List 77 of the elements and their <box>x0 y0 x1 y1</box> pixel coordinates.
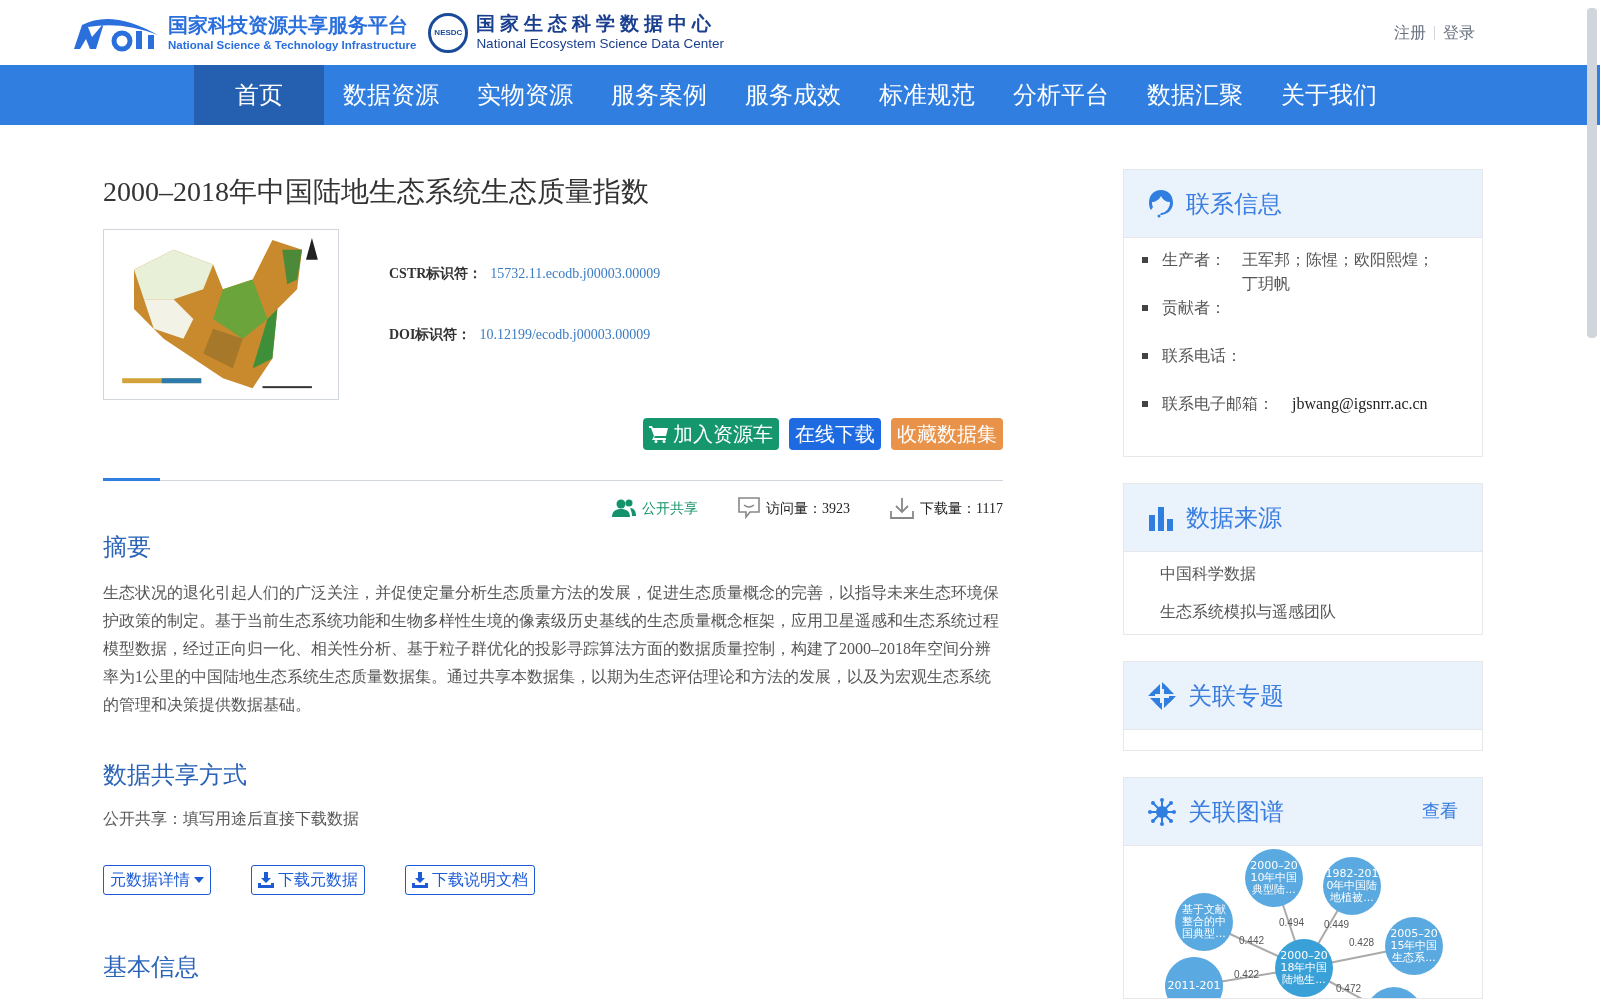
graph-node[interactable]: 基于文献 整合的中 国典型... <box>1175 893 1233 951</box>
identifier-link[interactable]: 10.12199/ecodb.j00003.00009 <box>479 324 651 345</box>
graph-node[interactable]: 1982-201 0年中国陆 地植被... <box>1323 857 1381 915</box>
share-status: 公开共享 <box>642 499 699 518</box>
nav-tab[interactable]: 标准规范 <box>860 65 994 125</box>
headset-person-icon <box>1148 188 1174 219</box>
identifier-link[interactable]: 15732.11.ecodb.j00003.00009 <box>490 263 661 284</box>
list-bullet <box>1142 353 1148 359</box>
list-bullet <box>1142 305 1148 311</box>
edge-weight: 0.494 <box>1279 917 1305 928</box>
center-subtitle: National Ecosystem Science Data Center <box>476 35 724 53</box>
list-bullet <box>1142 257 1148 263</box>
edge-weight: 0.449 <box>1324 919 1350 930</box>
platform-subtitle: National Science & Technology Infrastructure <box>168 37 417 53</box>
download-link-button[interactable]: 下载说明文档 <box>405 865 535 895</box>
contact-label: 贡献者： <box>1162 298 1227 318</box>
view-link[interactable]: 查看 <box>1422 798 1458 825</box>
download-icon <box>258 872 274 888</box>
nav-tab[interactable]: 实物资源 <box>458 65 592 125</box>
graph-node[interactable]: 2000–20 18年中国 陆地生... <box>1275 939 1333 997</box>
contact-label: 生产者： <box>1162 250 1227 270</box>
platform-name: 国家科技资源共享服务平台 <box>168 12 409 38</box>
cart-icon <box>649 425 669 443</box>
caret-icon <box>194 877 204 883</box>
graph-node[interactable]: 2011-201 <box>1165 957 1223 998</box>
nav-tab[interactable]: 数据资源 <box>324 65 458 125</box>
favorite-button[interactable]: 收藏数据集 <box>891 418 1003 450</box>
nav-tab[interactable]: 数据汇聚 <box>1128 65 1262 125</box>
panel-title: 联系信息 <box>1186 189 1282 219</box>
scrollbar[interactable] <box>1587 8 1597 338</box>
nav-tab[interactable]: 服务案例 <box>592 65 726 125</box>
panel-title: 关联专题 <box>1188 681 1284 711</box>
download-icon <box>890 497 915 519</box>
auth-link[interactable]: 登录 <box>1443 20 1475 45</box>
stat-text: 下载量：1117 <box>920 499 1003 518</box>
people-icon <box>612 499 637 517</box>
contact-value: jbwang@igsnrr.ac.cn <box>1292 394 1429 415</box>
contact-value: 王军邦；陈惺；欧阳熙煌；丁玥帆 <box>1242 250 1435 294</box>
download-link-button[interactable]: 下载元数据 <box>251 865 365 895</box>
section-heading: 摘要 <box>103 533 152 562</box>
edge-weight: 0.428 <box>1349 937 1375 948</box>
pinwheel-icon <box>1148 681 1176 710</box>
auth-link[interactable]: 注册 <box>1394 20 1426 45</box>
identifier-label: CSTR标识符： <box>389 265 483 283</box>
dataset-title: 2000–2018年中国陆地生态系统生态质量指数 <box>103 175 650 209</box>
section-heading: 数据共享方式 <box>103 761 248 790</box>
graph-node[interactable] <box>1371 987 1417 998</box>
nav-tab[interactable]: 服务成效 <box>726 65 860 125</box>
center-logo: NESDC <box>428 12 469 53</box>
abstract-text: 生态状况的退化引起人们的广泛关注，并促使定量分析生态质量方法的发展，促进生态质量概念的完善，以指导未来生态环境保护政策的制定。基于当前生态系统功能和生物多样性生境的像素级历史基线的生态质量概念框架，应用卫星遥感和生态系统过程模型数据，经过正向归一化、相关性分析、基于粒子群优化的投影寻踪算法方面的数据质量控制，构建了2000–2018年空间分辨率为1公里的中国陆地生态系统生态质量数据集。通过共享本数据集，以期为生态评估理论和方法的发展，以及为宏观生态系统的管理和决策提供数据基础。 <box>103 583 1000 715</box>
contact-label: 联系电子邮箱： <box>1162 394 1274 414</box>
download-button[interactable]: 在线下载 <box>789 418 881 450</box>
metadata-dropdown[interactable]: 元数据详情 <box>103 865 211 895</box>
source-item[interactable]: 生态系统模拟与遥感团队 <box>1160 600 1446 624</box>
edge-weight: 0.422 <box>1234 969 1260 980</box>
nav-tab[interactable]: 分析平台 <box>994 65 1128 125</box>
bar-chart-icon <box>1148 504 1174 531</box>
add-to-cart-button[interactable]: 加入资源车 <box>643 418 779 450</box>
center-name: 国家生态科学数据中心 <box>476 12 718 36</box>
graph-node[interactable]: 2000–20 10年中国 典型陆... <box>1245 849 1303 907</box>
stat-text: 访问量：3923 <box>766 499 851 518</box>
graph-node[interactable]: 2005–20 15年中国 生态系... <box>1385 917 1443 975</box>
sharing-text: 公开共享：填写用途后直接下载数据 <box>103 809 360 829</box>
panel-title: 数据来源 <box>1186 503 1282 533</box>
download-icon <box>412 872 428 888</box>
list-bullet <box>1142 401 1148 407</box>
contact-label: 联系电话： <box>1162 346 1242 366</box>
message-icon <box>738 497 761 519</box>
section-heading: 基本信息 <box>103 953 200 982</box>
source-item[interactable]: 中国科学数据 <box>1160 562 1446 586</box>
nav-tab[interactable]: 关于我们 <box>1262 65 1396 125</box>
identifier-label: DOI标识符： <box>389 326 472 344</box>
network-icon <box>1148 797 1176 826</box>
panel-title: 关联图谱 <box>1188 797 1284 827</box>
edge-weight: 0.442 <box>1239 935 1265 946</box>
edge-weight: 0.472 <box>1336 983 1362 994</box>
nav-tab[interactable]: 首页 <box>194 65 324 125</box>
